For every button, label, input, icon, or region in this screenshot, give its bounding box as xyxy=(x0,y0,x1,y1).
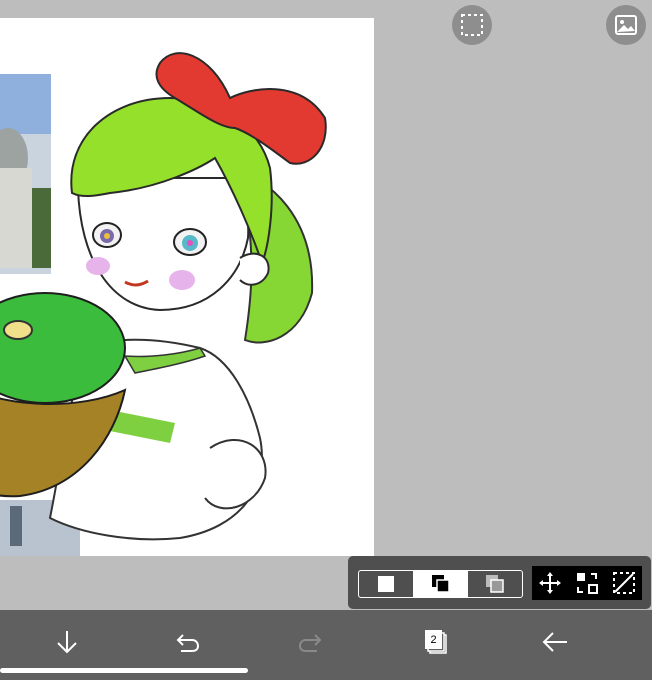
overlap-back-icon xyxy=(486,575,504,593)
redo-icon xyxy=(298,634,322,652)
drawing-canvas[interactable] xyxy=(0,18,374,556)
transform-tools xyxy=(532,566,642,600)
artwork-illustration xyxy=(0,52,327,556)
flip-button[interactable] xyxy=(569,566,606,600)
download-button[interactable] xyxy=(47,622,87,662)
layers-button[interactable]: 2 xyxy=(413,622,453,662)
canvas-area[interactable] xyxy=(0,0,652,610)
overlap-front-icon xyxy=(431,575,450,593)
selection-icon xyxy=(461,14,483,36)
square-icon xyxy=(377,576,394,592)
back-button[interactable] xyxy=(535,622,575,662)
download-arrow-icon xyxy=(57,631,77,654)
blend-mode-group xyxy=(358,570,523,598)
layers-icon: 2 xyxy=(417,626,449,658)
undo-button[interactable] xyxy=(168,622,208,662)
selection-button[interactable] xyxy=(452,5,492,45)
transform-panel xyxy=(348,556,651,609)
home-indicator[interactable] xyxy=(0,668,248,673)
blend-overlay-back-button[interactable] xyxy=(468,571,522,597)
transform-icon xyxy=(612,572,635,594)
redo-button[interactable] xyxy=(290,622,330,662)
flip-icon xyxy=(577,573,598,594)
undo-icon xyxy=(176,634,200,652)
photo-icon xyxy=(615,15,637,35)
blend-normal-button[interactable] xyxy=(359,571,414,597)
move-icon xyxy=(539,572,562,594)
layer-count: 2 xyxy=(430,634,437,646)
blend-overlay-front-button[interactable] xyxy=(413,571,469,597)
photo-button[interactable] xyxy=(606,5,646,45)
move-button[interactable] xyxy=(532,566,569,600)
back-arrow-icon xyxy=(542,632,567,652)
transform-button[interactable] xyxy=(605,566,642,600)
